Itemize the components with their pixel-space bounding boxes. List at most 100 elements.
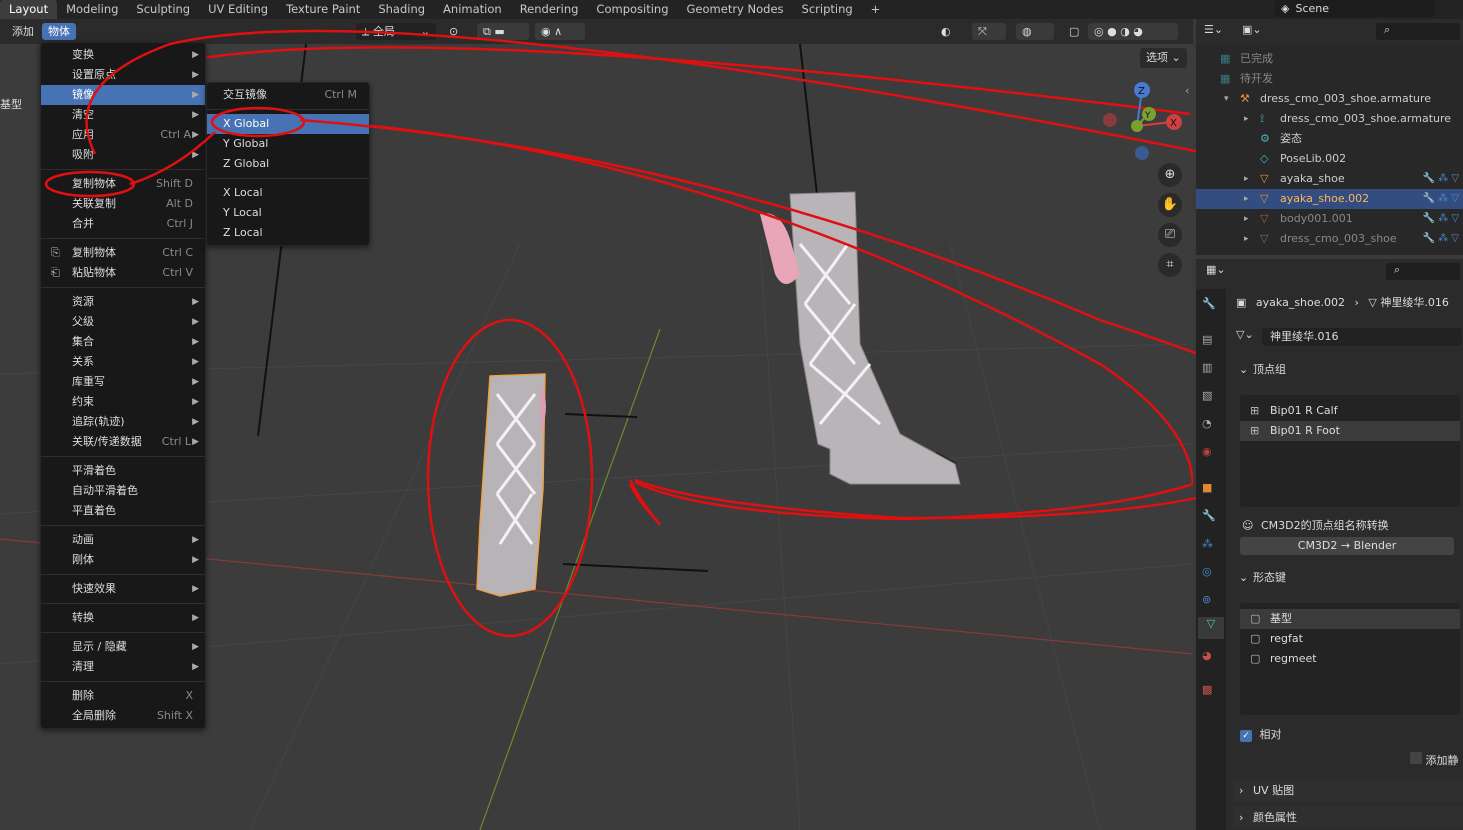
menu-item[interactable]: 父级 ▶ bbox=[41, 312, 205, 332]
menu-item[interactable]: ⎗ 粘贴物体 Ctrl V bbox=[41, 263, 205, 283]
camera-icon[interactable]: ⎚ bbox=[1158, 223, 1182, 247]
snap-icon[interactable]: ⧉ ▬ bbox=[477, 23, 529, 40]
chevron-right-icon[interactable]: ▸ bbox=[1244, 169, 1249, 189]
add-menu-button[interactable]: 添加 bbox=[6, 23, 40, 40]
modifier-icons[interactable]: 🔧 ⁂ ▽ bbox=[1423, 169, 1460, 189]
menu-item[interactable]: 全局删除 Shift X bbox=[41, 706, 205, 726]
uv-maps-section[interactable]: › UV 贴图 bbox=[1233, 780, 1463, 802]
menu-item[interactable]: 清理 ▶ bbox=[41, 657, 205, 677]
object-menu-button[interactable]: 物体 bbox=[42, 23, 76, 40]
gizmo-toggle-icon[interactable]: ⤧ bbox=[972, 23, 1006, 40]
menu-item[interactable]: 快速效果 ▶ bbox=[41, 579, 205, 599]
object-tab-icon[interactable]: ■ bbox=[1202, 481, 1212, 494]
list-item[interactable]: ▢ 基型 bbox=[1240, 609, 1460, 629]
tab-uv-editing[interactable]: UV Editing bbox=[199, 0, 277, 19]
menu-item[interactable]: 追踪(轨迹) ▶ bbox=[41, 412, 205, 432]
transform-orientation-select[interactable]: ⟂ 全局 ⌄ bbox=[356, 23, 436, 40]
modifier-icons[interactable]: 🔧 ⁂ ▽ bbox=[1423, 229, 1460, 249]
menu-item[interactable]: Z Local bbox=[207, 223, 369, 243]
editor-type-icon[interactable]: ▦⌄ bbox=[1206, 263, 1226, 276]
cm3d2-convert-button[interactable]: CM3D2 → Blender bbox=[1240, 537, 1454, 555]
tab-geometry-nodes[interactable]: Geometry Nodes bbox=[678, 0, 793, 19]
tab-shading[interactable]: Shading bbox=[369, 0, 434, 19]
shading-mode-buttons[interactable]: ◎ ● ◑ ◕ bbox=[1088, 23, 1178, 40]
outliner-item[interactable]: ▦ 已完成 bbox=[1196, 49, 1463, 69]
modifier-icons[interactable]: 🔧 ⁂ ▽ bbox=[1423, 189, 1460, 209]
vertex-groups-section[interactable]: ⌄ 顶点组 bbox=[1233, 359, 1463, 381]
ayaka-shoe-002-mesh[interactable] bbox=[476, 373, 546, 597]
tab-layout[interactable]: Layout bbox=[0, 0, 58, 19]
properties-search-input[interactable]: ⌕ bbox=[1386, 263, 1460, 280]
menu-item[interactable]: 约束 ▶ bbox=[41, 392, 205, 412]
ortho-grid-icon[interactable]: ⌗ bbox=[1158, 253, 1182, 277]
scene-tab-icon[interactable]: ◔ bbox=[1202, 417, 1212, 430]
menu-item[interactable]: 库重写 ▶ bbox=[41, 372, 205, 392]
outliner-item[interactable]: ◇ PoseLib.002 bbox=[1196, 149, 1463, 169]
menu-item[interactable]: 变换 ▶ bbox=[41, 45, 205, 65]
menu-item[interactable]: 设置原点 ▶ bbox=[41, 65, 205, 85]
tab-sculpting[interactable]: Sculpting bbox=[127, 0, 199, 19]
outliner-search-input[interactable]: ⌕ bbox=[1376, 23, 1460, 40]
modifier-tab-icon[interactable]: 🔧 bbox=[1202, 509, 1216, 522]
scene-selector[interactable]: ◈ Scene bbox=[1275, 0, 1435, 17]
chevron-down-icon[interactable]: ▾ bbox=[1224, 89, 1229, 109]
tab-rendering[interactable]: Rendering bbox=[511, 0, 588, 19]
outliner-item[interactable]: ▸ ▽ dress_cmo_003_shoe 🔧 ⁂ ▽ bbox=[1196, 229, 1463, 249]
menu-item[interactable]: 应用 Ctrl A ▶ bbox=[41, 125, 205, 145]
outliner-item[interactable]: ▦ 待开发 bbox=[1196, 69, 1463, 89]
editor-type-icon[interactable]: ☰⌄ bbox=[1204, 23, 1223, 36]
overlay-toggle-icon[interactable]: ◍ bbox=[1016, 23, 1054, 40]
menu-item[interactable]: ⎘ 复制物体 Ctrl C bbox=[41, 243, 205, 263]
outliner-item[interactable]: ▸ ▽ ayaka_shoe 🔧 ⁂ ▽ bbox=[1196, 169, 1463, 189]
particles-tab-icon[interactable]: ⁂ bbox=[1202, 537, 1213, 550]
menu-item[interactable]: X Global bbox=[207, 114, 369, 134]
output-tab-icon[interactable]: ▥ bbox=[1202, 361, 1212, 374]
data-tab-icon[interactable]: ▽ bbox=[1198, 617, 1224, 639]
tool-tab-icon[interactable]: 🔧 bbox=[1202, 297, 1216, 310]
texture-tab-icon[interactable]: ▩ bbox=[1202, 683, 1212, 696]
physics-tab-icon[interactable]: ◎ bbox=[1202, 565, 1212, 578]
menu-item[interactable]: 转换 ▶ bbox=[41, 608, 205, 628]
outliner-item[interactable]: ▸ ▽ ayaka_shoe.002 🔧 ⁂ ▽ bbox=[1196, 189, 1463, 209]
menu-item[interactable]: 关联/传递数据 Ctrl L ▶ bbox=[41, 432, 205, 452]
add-workspace-button[interactable]: + bbox=[862, 0, 890, 19]
menu-item[interactable]: 删除 X bbox=[41, 686, 205, 706]
chevron-right-icon[interactable]: ▸ bbox=[1244, 229, 1249, 249]
pan-hand-icon[interactable]: ✋ bbox=[1158, 193, 1182, 217]
menu-item[interactable]: 集合 ▶ bbox=[41, 332, 205, 352]
menu-item[interactable]: 关联复制 Alt D bbox=[41, 194, 205, 214]
list-item[interactable]: ⊞ Bip01 R Calf bbox=[1240, 401, 1460, 421]
menu-item[interactable]: Y Global bbox=[207, 134, 369, 154]
visibility-icon[interactable]: ◐ bbox=[935, 23, 967, 40]
tab-modeling[interactable]: Modeling bbox=[57, 0, 127, 19]
outliner-item[interactable]: ▾ ⚒ dress_cmo_003_shoe.armature bbox=[1196, 89, 1463, 109]
constraints-tab-icon[interactable]: ⊚ bbox=[1202, 593, 1211, 606]
world-tab-icon[interactable]: ◉ bbox=[1202, 445, 1212, 458]
menu-item[interactable]: 显示 / 隐藏 ▶ bbox=[41, 637, 205, 657]
menu-item[interactable]: 平滑着色 bbox=[41, 461, 205, 481]
menu-item[interactable]: Z Global bbox=[207, 154, 369, 174]
menu-item[interactable]: Y Local bbox=[207, 203, 369, 223]
tab-animation[interactable]: Animation bbox=[434, 0, 511, 19]
relative-checkbox-row[interactable]: ✓ 相对 bbox=[1240, 726, 1282, 742]
modifier-icons[interactable]: 🔧 ⁂ ▽ bbox=[1423, 209, 1460, 229]
menu-item[interactable]: 动画 ▶ bbox=[41, 530, 205, 550]
menu-item[interactable]: 合并 Ctrl J bbox=[41, 214, 205, 234]
menu-item[interactable]: X Local bbox=[207, 183, 369, 203]
menu-item[interactable]: 镜像 ▶ bbox=[41, 85, 205, 105]
menu-item[interactable]: 复制物体 Shift D bbox=[41, 174, 205, 194]
render-tab-icon[interactable]: ▤ bbox=[1202, 333, 1212, 346]
list-item[interactable]: ⊞ Bip01 R Foot bbox=[1240, 421, 1460, 441]
menu-item[interactable]: 刚体 ▶ bbox=[41, 550, 205, 570]
menu-item[interactable]: 交互镜像 Ctrl M bbox=[207, 85, 369, 105]
display-mode-icon[interactable]: ▣⌄ bbox=[1242, 23, 1262, 36]
chevron-right-icon[interactable]: ▸ bbox=[1244, 109, 1249, 129]
mesh-name-field[interactable]: 神里绫华.016 bbox=[1262, 328, 1462, 346]
color-attributes-section[interactable]: › 颜色属性 bbox=[1233, 807, 1463, 829]
proportional-edit-icon[interactable]: ◉ ∧ bbox=[535, 23, 585, 40]
list-item[interactable]: ▢ regfat bbox=[1240, 629, 1460, 649]
xray-icon[interactable]: ▢ bbox=[1063, 23, 1083, 40]
sidebar-toggle-icon[interactable]: ‹ bbox=[1185, 84, 1189, 97]
chevron-right-icon[interactable]: ▸ bbox=[1244, 209, 1249, 229]
menu-item[interactable]: 平直着色 bbox=[41, 501, 205, 521]
